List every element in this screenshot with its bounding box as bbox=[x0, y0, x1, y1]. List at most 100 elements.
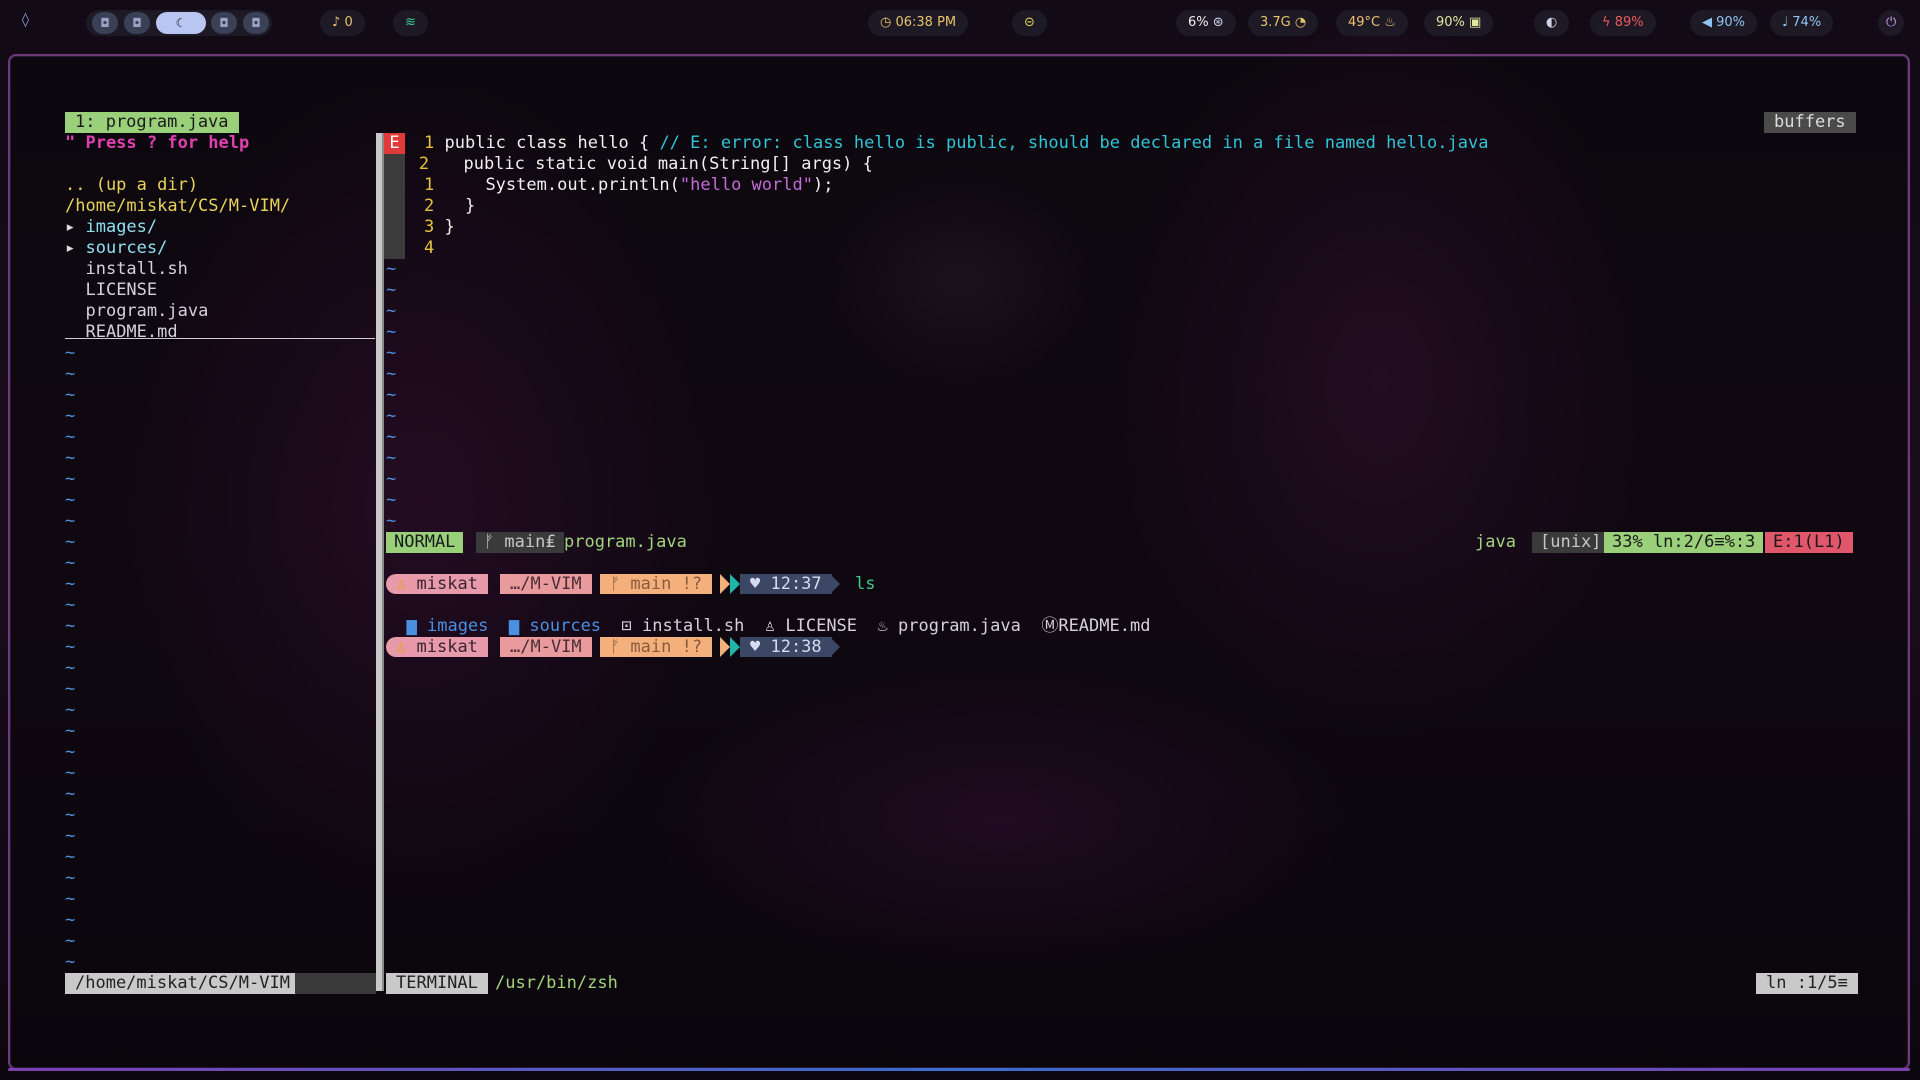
empty-line-tilde: ~ bbox=[65, 595, 76, 615]
power-widget[interactable]: ⏻ bbox=[1878, 10, 1905, 36]
java-icon: ♨ bbox=[877, 616, 888, 636]
notifications-widget[interactable]: ♪ 0 bbox=[320, 10, 365, 36]
line-number: 3 bbox=[424, 217, 435, 237]
tree-entry[interactable]: program.java bbox=[65, 301, 208, 322]
line-number: 1 bbox=[424, 133, 435, 153]
workspace-3-active[interactable]: ☾ bbox=[156, 12, 206, 34]
cpu-widget[interactable]: 6% ⊛ bbox=[1176, 10, 1236, 36]
status-errors[interactable]: E:1(L1) bbox=[1765, 532, 1853, 553]
terminal-file-icon: ⊡ bbox=[621, 616, 632, 636]
tree-entry[interactable]: README.md bbox=[65, 322, 177, 343]
tree-entry[interactable]: install.sh bbox=[65, 259, 187, 280]
disk-value: 90% bbox=[1436, 15, 1465, 30]
brightness-widget[interactable]: ◐ bbox=[1534, 10, 1570, 36]
user-icon: ♙ bbox=[396, 637, 407, 657]
markdown-icon: Ⓜ bbox=[1041, 616, 1059, 636]
folder-icon: ▆ bbox=[508, 616, 520, 636]
battery-widget[interactable]: ϟ 89% bbox=[1590, 10, 1656, 36]
empty-line-tilde: ~ bbox=[65, 931, 76, 951]
empty-line-tilde: ~ bbox=[386, 301, 397, 321]
idle-inhibitor[interactable]: ⊝ bbox=[1012, 10, 1047, 36]
empty-line-tilde: ~ bbox=[65, 343, 76, 363]
code-text: public static void main(String[] args) { bbox=[443, 154, 873, 174]
vertical-split-shadow bbox=[382, 133, 384, 991]
empty-line-tilde: ~ bbox=[65, 574, 76, 594]
prompt-dir: …/M-VIM bbox=[500, 637, 592, 657]
empty-line-tilde: ~ bbox=[65, 742, 76, 762]
workspace-4[interactable]: ◘ bbox=[211, 12, 237, 34]
speaker-icon: ◀ bbox=[1702, 15, 1712, 30]
prompt-separator-icon bbox=[730, 637, 740, 657]
empty-line-tilde: ~ bbox=[65, 616, 76, 636]
expand-arrow-icon: ▸ bbox=[65, 238, 86, 258]
empty-line-tilde: ~ bbox=[65, 784, 76, 804]
wifi-icon: ≋ bbox=[405, 15, 416, 30]
empty-line-tilde: ~ bbox=[65, 658, 76, 678]
empty-line-tilde: ~ bbox=[65, 679, 76, 699]
prompt-separator-icon bbox=[730, 574, 740, 594]
notification-count: 0 bbox=[344, 15, 353, 30]
empty-line-tilde: ~ bbox=[386, 427, 397, 447]
workspace-2[interactable]: ◘ bbox=[124, 12, 150, 34]
code-text: public class hello { bbox=[444, 133, 660, 153]
bell-icon: ♪ bbox=[332, 15, 341, 30]
prompt-time: ♥ 12:37 bbox=[740, 574, 832, 594]
git-branch: ᚠ main₤ bbox=[476, 532, 564, 553]
mode-indicator: NORMAL bbox=[386, 532, 464, 553]
ls-entry: sources bbox=[529, 616, 602, 636]
empty-line-tilde: ~ bbox=[65, 910, 76, 930]
tree-entry[interactable]: LICENSE bbox=[65, 280, 157, 301]
workspace-5[interactable]: ◘ bbox=[243, 12, 269, 34]
code-line[interactable]: 1 System.out.println("hello world"); bbox=[424, 175, 833, 196]
status-position: 33% ln:2/6≡%:3 bbox=[1604, 532, 1764, 553]
clock-widget[interactable]: ◷ 06:38 PM bbox=[868, 10, 969, 36]
memory-value: 3.7G bbox=[1260, 15, 1291, 30]
nerdtree-help: " Press ? for help bbox=[65, 133, 250, 153]
status-filename: program.java bbox=[564, 532, 687, 552]
nerdtree-cwd[interactable]: /home/miskat/CS/M-VIM/ bbox=[65, 196, 290, 217]
window-border-bottom bbox=[8, 1068, 1910, 1071]
workspace-1[interactable]: ◘ bbox=[92, 12, 118, 34]
status-fileformat: [unix] bbox=[1532, 532, 1610, 553]
code-text: } bbox=[444, 217, 455, 237]
nerdtree-up-dir[interactable]: .. (up a dir) bbox=[65, 175, 198, 196]
nerdtree-divider bbox=[65, 338, 375, 339]
disk-widget[interactable]: 90% ▣ bbox=[1424, 10, 1494, 36]
empty-line-tilde: ~ bbox=[65, 826, 76, 846]
volume-widget[interactable]: ◀ 90% bbox=[1690, 10, 1758, 36]
arch-logo-icon[interactable]: ◊ bbox=[22, 12, 29, 28]
tab-program-java[interactable]: 1: program.java bbox=[65, 112, 239, 133]
temperature-widget[interactable]: 49°C ♨ bbox=[1336, 10, 1408, 36]
wifi-widget[interactable]: ≋ bbox=[393, 10, 428, 36]
error-sign: E bbox=[384, 133, 405, 154]
empty-line-tilde: ~ bbox=[65, 490, 76, 510]
empty-line-tilde: ~ bbox=[65, 868, 76, 888]
code-line[interactable]: 2 } bbox=[424, 196, 475, 217]
memory-widget[interactable]: 3.7G ◔ bbox=[1248, 10, 1319, 36]
tree-entry[interactable]: ▸ images/ bbox=[65, 217, 157, 238]
mic-widget[interactable]: ♩ 74% bbox=[1770, 10, 1834, 36]
cpu-icon: ⊛ bbox=[1212, 15, 1224, 30]
memory-icon: ◔ bbox=[1294, 15, 1307, 30]
clock-icon: ◷ bbox=[880, 15, 892, 30]
code-line[interactable]: 4 bbox=[424, 238, 434, 259]
buffers-label[interactable]: buffers bbox=[1764, 112, 1856, 133]
empty-line-tilde: ~ bbox=[386, 490, 397, 510]
empty-line-tilde: ~ bbox=[65, 406, 76, 426]
code-line-current[interactable]: 2 public static void main(String[] args)… bbox=[405, 154, 873, 175]
tree-entry-name: program.java bbox=[85, 301, 209, 321]
prompt-git: ᚠ main !? bbox=[600, 574, 713, 594]
flame-icon: ♨ bbox=[1384, 15, 1396, 30]
code-line[interactable]: 1 public class hello { // E: error: clas… bbox=[424, 133, 1488, 154]
code-line[interactable]: 3 } bbox=[424, 217, 455, 238]
prompt-git: ᚠ main !? bbox=[600, 637, 713, 657]
top-bar: ◊ ◘ ◘ ☾ ◘ ◘ ♪ 0 ≋ ◷ 06:38 PM ⊝ 6% ⊛ 3.7G… bbox=[0, 0, 1920, 48]
empty-line-tilde: ~ bbox=[65, 889, 76, 909]
nerdtree-statusline-fill bbox=[295, 973, 376, 994]
empty-line-tilde: ~ bbox=[386, 448, 397, 468]
cpu-value: 6% bbox=[1188, 15, 1209, 30]
empty-line-tilde: ~ bbox=[65, 700, 76, 720]
tree-entry[interactable]: ▸ sources/ bbox=[65, 238, 167, 259]
prompt-user-text: miskat bbox=[416, 637, 478, 657]
